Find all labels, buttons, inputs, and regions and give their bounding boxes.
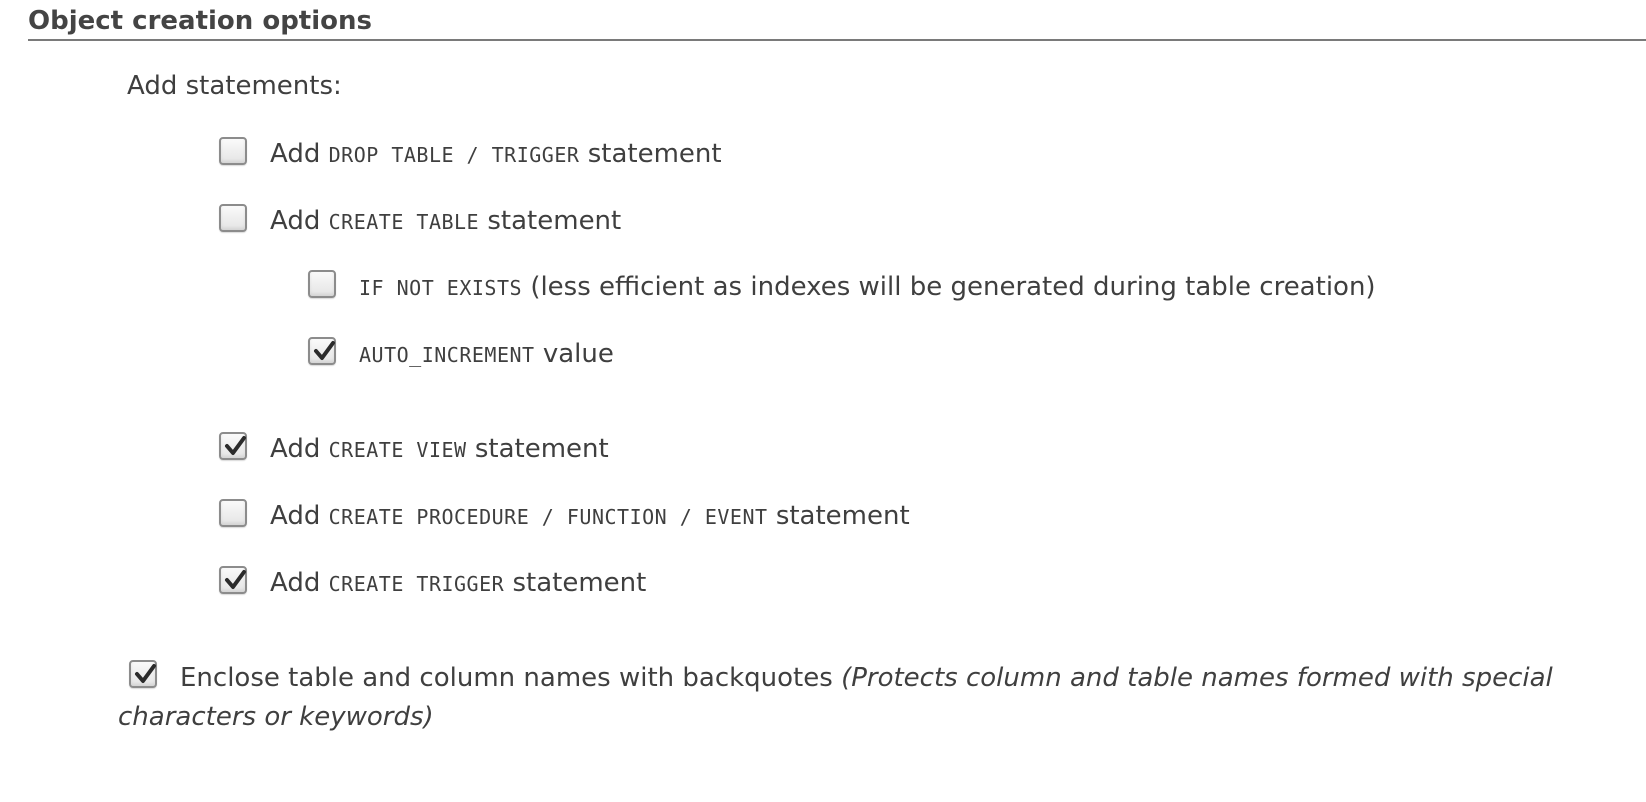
auto-increment-checkbox[interactable] [308, 337, 336, 365]
auto-increment-label[interactable]: AUTO_INCREMENT value [359, 337, 614, 372]
create-trigger-checkbox[interactable] [219, 566, 247, 594]
create-table-label[interactable]: Add CREATE TABLE statement [270, 204, 621, 239]
create-procedure-prefix: Add [270, 501, 321, 531]
section-title: Object creation options [28, 4, 1646, 41]
auto-increment-code: AUTO_INCREMENT [359, 343, 535, 367]
create-view-checkbox[interactable] [219, 432, 247, 460]
create-procedure-label[interactable]: Add CREATE PROCEDURE / FUNCTION / EVENT … [270, 499, 910, 534]
create-view-label[interactable]: Add CREATE VIEW statement [270, 432, 609, 467]
drop-table-checkbox[interactable] [219, 137, 247, 165]
create-table-suffix: statement [487, 206, 622, 236]
create-table-code: CREATE TABLE [328, 210, 480, 234]
create-view-code: CREATE VIEW [328, 438, 467, 462]
add-statements-label: Add statements: [127, 71, 342, 101]
if-not-exists-code: IF NOT EXISTS [359, 276, 523, 300]
checkmark-icon [225, 570, 246, 589]
create-procedure-code: CREATE PROCEDURE / FUNCTION / EVENT [328, 505, 768, 529]
backquotes-note-continued: characters or keywords) [118, 702, 434, 732]
create-table-prefix: Add [270, 206, 321, 236]
create-trigger-suffix: statement [512, 568, 647, 598]
create-view-prefix: Add [270, 434, 321, 464]
auto-increment-suffix: value [542, 339, 614, 369]
if-not-exists-checkbox[interactable] [308, 270, 336, 298]
backquotes-checkbox[interactable] [129, 660, 157, 688]
drop-table-label[interactable]: Add DROP TABLE / TRIGGER statement [270, 137, 722, 172]
drop-table-code: DROP TABLE / TRIGGER [328, 143, 580, 167]
create-trigger-prefix: Add [270, 568, 321, 598]
create-table-checkbox[interactable] [219, 204, 247, 232]
backquotes-text: Enclose table and column names with back… [180, 663, 833, 693]
create-procedure-suffix: statement [775, 501, 910, 531]
if-not-exists-suffix: (less efficient as indexes will be gener… [530, 272, 1376, 302]
create-trigger-code: CREATE TRIGGER [328, 572, 505, 596]
create-procedure-checkbox[interactable] [219, 499, 247, 527]
checkmark-icon [225, 436, 246, 455]
checkmark-icon [314, 341, 335, 360]
backquotes-note: (Protects column and table names formed … [841, 663, 1553, 693]
create-view-suffix: statement [474, 434, 609, 464]
drop-table-prefix: Add [270, 139, 321, 169]
create-trigger-label[interactable]: Add CREATE TRIGGER statement [270, 566, 646, 601]
checkmark-icon [135, 664, 156, 683]
drop-table-suffix: statement [587, 139, 722, 169]
if-not-exists-label[interactable]: IF NOT EXISTS (less efficient as indexes… [359, 270, 1376, 305]
backquotes-label[interactable]: Enclose table and column names with back… [180, 661, 1553, 695]
